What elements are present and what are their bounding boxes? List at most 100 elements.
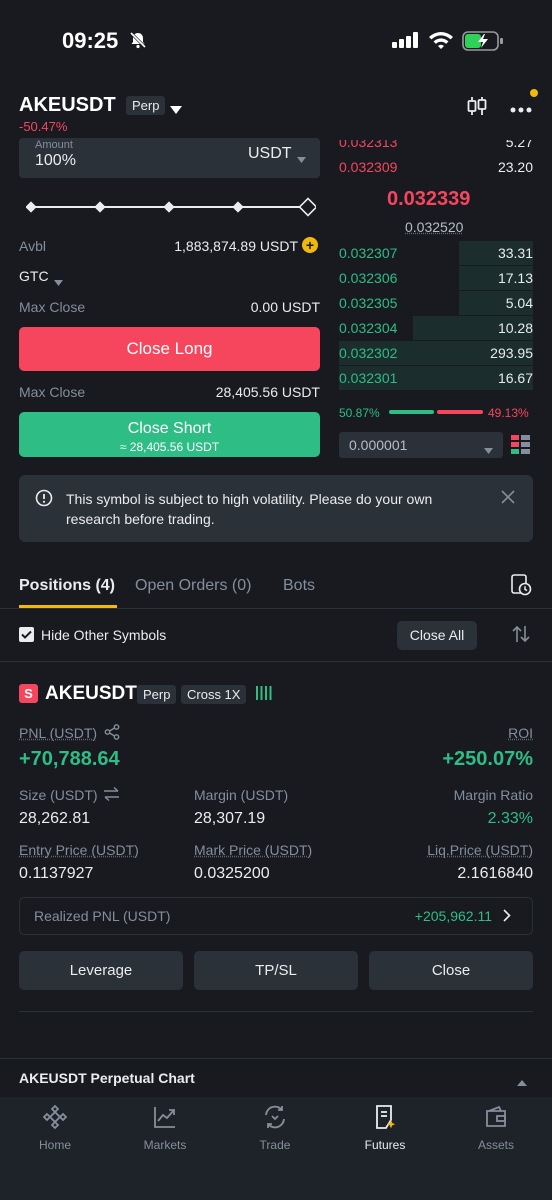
buy-ratio-bar <box>389 410 434 414</box>
entry-price-label: Entry Price (USDT) <box>19 842 139 858</box>
leverage-button[interactable]: Leverage <box>19 951 183 990</box>
notification-dot <box>530 89 538 97</box>
buy-ratio: 50.87% <box>339 406 380 420</box>
bid-price[interactable]: 0.032302 <box>339 345 397 361</box>
position-type-tag: Perp <box>137 685 177 704</box>
warning-text: This symbol is subject to high volatilit… <box>66 491 433 527</box>
avbl-label: Avbl <box>19 238 46 254</box>
tab-positions[interactable]: Positions (4) <box>19 577 115 595</box>
nav-markets[interactable]: Markets <box>110 1104 220 1152</box>
close-icon[interactable] <box>501 490 515 509</box>
chart-strip-label: AKEUSDT Perpetual Chart <box>19 1070 195 1086</box>
close-all-button[interactable]: Close All <box>397 621 477 650</box>
caret-down-icon[interactable] <box>54 273 63 291</box>
caret-down-icon[interactable] <box>297 150 306 168</box>
bid-qty: 16.67 <box>497 370 533 386</box>
trade-icon <box>265 1105 285 1129</box>
caret-up-icon[interactable] <box>517 1073 527 1091</box>
roi-label[interactable]: ROI <box>470 725 533 741</box>
liq-price-label: Liq.Price (USDT) <box>427 842 533 858</box>
nav-assets[interactable]: Assets <box>441 1104 551 1152</box>
more-icon[interactable] <box>510 100 532 118</box>
sell-ratio-bar <box>437 410 483 414</box>
bid-price[interactable]: 0.032306 <box>339 270 397 286</box>
wifi-icon <box>428 30 454 55</box>
short-side-badge: S <box>19 684 38 703</box>
divider <box>0 661 552 662</box>
sort-icon[interactable] <box>511 624 531 649</box>
nav-trade[interactable]: Trade <box>220 1104 330 1152</box>
wallet-icon <box>486 1105 506 1127</box>
size-label: Size (USDT) <box>19 787 98 803</box>
margin-label: Margin (USDT) <box>194 787 289 803</box>
amount-value: 100% <box>35 152 76 169</box>
mark-price-value: 0.0325200 <box>194 865 270 882</box>
precision-value: 0.000001 <box>349 437 408 453</box>
amount-slider[interactable] <box>25 196 318 218</box>
symbol-title[interactable]: AKEUSDT <box>19 94 116 117</box>
battery-charging-icon <box>462 31 504 56</box>
caret-down-icon[interactable] <box>484 441 493 459</box>
status-time: 09:25 <box>62 28 119 53</box>
ask-price[interactable]: 0.032309 <box>339 159 397 175</box>
transfer-plus-icon[interactable]: + <box>302 237 318 253</box>
chevron-right-icon[interactable] <box>503 909 511 927</box>
tab-bots[interactable]: Bots <box>283 577 315 595</box>
tpsl-button[interactable]: TP/SL <box>194 951 358 990</box>
ask-qty: 5.27 <box>505 140 533 150</box>
position-symbol[interactable]: AKEUSDT <box>45 683 137 705</box>
max-close-label: Max Close <box>19 299 86 315</box>
sell-ratio: 49.13% <box>488 406 529 420</box>
bid-price[interactable]: 0.032304 <box>339 320 397 336</box>
nav-home-label: Home <box>38 1138 71 1152</box>
nav-assets-label: Assets <box>477 1138 514 1152</box>
bid-price[interactable]: 0.032307 <box>339 245 397 261</box>
nav-markets-label: Markets <box>143 1138 187 1152</box>
margin-ratio-label: Margin Ratio <box>453 787 533 803</box>
tab-open-orders[interactable]: Open Orders (0) <box>135 577 251 595</box>
divider <box>0 608 552 609</box>
amount-unit[interactable]: USDT <box>248 145 292 163</box>
bid-qty: 33.31 <box>497 245 533 261</box>
avbl-value: 1,883,874.89 USDT <box>174 238 298 254</box>
close-short-button[interactable]: Close Short ≈ 28,405.56 USDT <box>19 412 320 457</box>
swap-icon[interactable] <box>103 786 120 806</box>
position-margin-tag[interactable]: Cross 1X <box>181 685 247 704</box>
bid-qty: 17.13 <box>497 270 533 286</box>
futures-icon <box>376 1105 396 1129</box>
time-in-force[interactable]: GTC <box>19 268 49 284</box>
last-price[interactable]: 0.032339 <box>387 188 470 211</box>
nav-futures[interactable]: Futures <box>330 1104 440 1152</box>
bid-qty: 5.04 <box>505 295 533 311</box>
perp-tag: Perp <box>126 96 166 115</box>
nav-home[interactable]: Home <box>0 1104 110 1152</box>
max-close-value: 28,405.56 USDT <box>215 384 320 400</box>
bid-qty: 293.95 <box>490 345 533 361</box>
close-long-button[interactable]: Close Long <box>19 327 320 371</box>
bell-muted-icon <box>128 30 148 55</box>
candlestick-icon[interactable] <box>466 95 488 122</box>
margin-value: 28,307.19 <box>194 810 266 827</box>
history-icon[interactable] <box>510 574 532 601</box>
bid-qty: 10.28 <box>497 320 533 336</box>
bid-price[interactable]: 0.032305 <box>339 295 397 311</box>
markets-icon <box>154 1107 175 1128</box>
orderbook-layout-icon[interactable] <box>511 435 531 460</box>
ask-price[interactable]: 0.032313 <box>339 140 397 150</box>
hide-other-symbols-checkbox[interactable] <box>19 627 34 642</box>
pnl-label[interactable]: PNL (USDT) <box>19 725 97 741</box>
close-short-estimate: ≈ 28,405.56 USDT <box>119 440 220 454</box>
hide-other-symbols-label[interactable]: Hide Other Symbols <box>41 627 166 643</box>
ask-qty: 23.20 <box>497 159 533 175</box>
bid-price[interactable]: 0.032301 <box>339 370 397 386</box>
close-position-button[interactable]: Close <box>369 951 533 990</box>
close-short-label: Close Short <box>127 420 212 437</box>
mark-price[interactable]: 0.032520 <box>405 219 463 235</box>
caret-down-icon[interactable] <box>170 101 182 119</box>
home-icon <box>42 1104 68 1130</box>
info-icon <box>35 489 53 512</box>
nav-futures-label: Futures <box>364 1138 406 1152</box>
mark-price-label: Mark Price (USDT) <box>194 842 313 858</box>
share-icon[interactable] <box>104 724 120 745</box>
amount-label: Amount <box>35 139 73 151</box>
